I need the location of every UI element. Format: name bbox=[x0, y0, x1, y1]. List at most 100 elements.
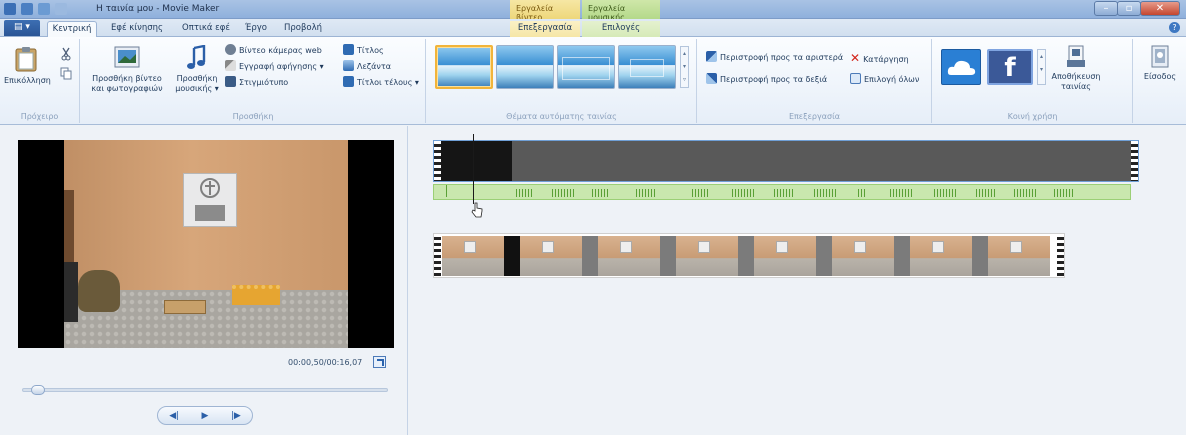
rotate-right-button[interactable]: Περιστροφή προς τα δεξιά bbox=[706, 73, 827, 87]
save-movie-icon bbox=[1067, 45, 1085, 67]
maximize-button[interactable]: ▫ bbox=[1117, 1, 1141, 16]
group-clipboard: Επικόλληση Πρόχειρο bbox=[0, 39, 80, 123]
caption-button[interactable]: Λεζάντα bbox=[343, 60, 391, 74]
cut-icon[interactable] bbox=[60, 47, 72, 61]
playback-controls: ◀| ▶ |▶ bbox=[157, 406, 253, 425]
playhead[interactable] bbox=[473, 134, 474, 204]
select-all-button[interactable]: Επιλογή όλων bbox=[850, 73, 919, 87]
title-label: Τίτλος bbox=[357, 46, 384, 55]
tab-options[interactable]: Επιλογές bbox=[582, 21, 660, 37]
paste-icon bbox=[15, 47, 37, 72]
rotate-left-button[interactable]: Περιστροφή προς τα αριστερά bbox=[706, 51, 843, 65]
rotate-right-icon bbox=[706, 73, 717, 84]
theme-default[interactable] bbox=[435, 45, 493, 89]
tab-visual-effects[interactable]: Οπτικά εφέ bbox=[176, 21, 236, 37]
previous-frame-icon[interactable]: ◀| bbox=[169, 411, 179, 421]
save-icon[interactable] bbox=[21, 3, 33, 15]
customize-qat-icon[interactable] bbox=[72, 3, 79, 15]
sign-in-icon bbox=[1151, 45, 1169, 68]
close-button[interactable]: ✕ bbox=[1140, 1, 1180, 16]
save-movie-button[interactable]: Αποθήκευση ταινίας bbox=[1047, 45, 1105, 92]
play-icon[interactable]: ▶ bbox=[202, 411, 209, 421]
paste-button[interactable]: Επικόλληση bbox=[4, 45, 51, 86]
ribbon: Επικόλληση Πρόχειρο Προσθήκη βίντεο και … bbox=[0, 37, 1186, 125]
help-icon[interactable]: ? bbox=[1169, 22, 1180, 33]
select-all-label: Επιλογή όλων bbox=[864, 75, 920, 84]
undo-icon[interactable] bbox=[38, 3, 50, 15]
tab-view[interactable]: Προβολή bbox=[278, 21, 328, 37]
cloud-icon bbox=[947, 60, 976, 75]
seek-slider-thumb[interactable] bbox=[31, 385, 45, 395]
lego-figure bbox=[78, 270, 120, 312]
minimize-button[interactable]: – bbox=[1094, 1, 1118, 16]
group-label-themes: Θέματα αυτόματης ταινίας bbox=[506, 112, 617, 121]
context-label-video-tools: Εργαλεία βίντεο bbox=[510, 0, 580, 22]
microphone-icon bbox=[225, 60, 236, 71]
fullscreen-preview-button[interactable] bbox=[373, 356, 386, 368]
webcam-video-button[interactable]: Βίντεο κάμερας web bbox=[225, 44, 322, 58]
tab-home[interactable]: Κεντρική bbox=[47, 21, 97, 37]
facebook-icon: f bbox=[1004, 53, 1016, 83]
group-add: Προσθήκη βίντεο και φωτογραφιών Προσθήκη… bbox=[81, 39, 426, 123]
next-frame-icon[interactable]: |▶ bbox=[231, 411, 241, 421]
remove-button[interactable]: ✕ Κατάργηση bbox=[850, 51, 909, 65]
theme-contemporary[interactable] bbox=[496, 45, 554, 89]
preview-monitor[interactable] bbox=[18, 140, 394, 348]
rotate-left-label: Περιστροφή προς τα αριστερά bbox=[720, 53, 844, 62]
rotate-right-label: Περιστροφή προς τα δεξιά bbox=[720, 75, 828, 84]
onedrive-share-button[interactable] bbox=[941, 49, 981, 85]
add-videos-photos-button[interactable]: Προσθήκη βίντεο και φωτογραφιών bbox=[87, 45, 167, 94]
theme-fade[interactable] bbox=[557, 45, 615, 89]
music-track[interactable] bbox=[433, 184, 1131, 200]
credits-button[interactable]: Τίτλοι τέλους ▾ bbox=[343, 76, 419, 90]
video-clip[interactable] bbox=[433, 233, 1065, 278]
tab-project[interactable]: Έργο bbox=[240, 21, 272, 37]
redo-icon[interactable] bbox=[55, 3, 67, 15]
select-all-icon bbox=[850, 73, 861, 84]
cross-symbol bbox=[200, 178, 220, 198]
quick-access-toolbar bbox=[4, 3, 79, 15]
title-icon bbox=[343, 44, 354, 55]
group-label-clipboard: Πρόχειρο bbox=[20, 112, 59, 121]
rotate-left-icon bbox=[706, 51, 717, 62]
sign-in-label: Είσοδος bbox=[1143, 72, 1177, 81]
group-label-share: Κοινή χρήση bbox=[1007, 112, 1058, 121]
remove-icon: ✕ bbox=[850, 51, 861, 65]
title-button[interactable]: Τίτλος bbox=[343, 44, 384, 58]
window-controls: – ▫ ✕ bbox=[1094, 1, 1180, 16]
video-frame bbox=[64, 140, 348, 348]
group-label-add: Προσθήκη bbox=[232, 112, 274, 121]
facebook-share-button[interactable]: f bbox=[987, 49, 1033, 85]
context-label-music-tools: Εργαλεία μουσικής bbox=[582, 0, 660, 22]
music-note-icon bbox=[187, 45, 206, 69]
sign-in-button[interactable]: Είσοδος bbox=[1140, 45, 1180, 82]
snapshot-label: Στιγμιότυπο bbox=[239, 78, 289, 87]
add-music-label: Προσθήκη μουσικής bbox=[175, 74, 218, 93]
share-gallery-scroll[interactable]: ▴ ▾ bbox=[1037, 49, 1046, 85]
theme-pan-zoom[interactable] bbox=[618, 45, 676, 89]
file-menu-button[interactable]: ▤ ▾ bbox=[4, 20, 40, 36]
film-photo-icon bbox=[114, 46, 140, 68]
ribbon-tabs: ▤ ▾ Κεντρική Εφέ κίνησης Οπτικά εφέ Έργο… bbox=[0, 19, 1186, 37]
copy-icon[interactable] bbox=[60, 67, 72, 80]
app-menu-icon[interactable] bbox=[4, 3, 16, 15]
caption-icon bbox=[343, 60, 354, 71]
movie-maker-window: Η ταινία μου - Movie Maker Εργαλεία βίντ… bbox=[0, 0, 1186, 435]
caption-label: Λεζάντα bbox=[357, 62, 391, 71]
add-music-dropdown-icon[interactable]: ▾ bbox=[215, 84, 219, 93]
snapshot-button[interactable]: Στιγμιότυπο bbox=[225, 76, 288, 90]
timecode-display: 00:00,50/00:16,07 bbox=[288, 358, 363, 367]
themes-gallery-scroll[interactable]: ▴ ▾ ▿ bbox=[680, 46, 689, 88]
video-clip-selected[interactable] bbox=[433, 140, 1139, 182]
tab-animations[interactable]: Εφέ κίνησης bbox=[104, 21, 170, 37]
add-videos-photos-label: Προσθήκη βίντεο και φωτογραφιών bbox=[91, 74, 163, 93]
record-narration-button[interactable]: Εγγραφή αφήγησης ▾ bbox=[225, 60, 324, 74]
tab-edit[interactable]: Επεξεργασία bbox=[510, 21, 580, 37]
add-music-button[interactable]: Προσθήκη μουσικής ▾ bbox=[173, 45, 221, 94]
group-label-editing: Επεξεργασία bbox=[788, 112, 841, 121]
seek-slider[interactable] bbox=[22, 385, 388, 395]
title-bar: Η ταινία μου - Movie Maker Εργαλεία βίντ… bbox=[0, 0, 1186, 22]
credits-icon bbox=[343, 76, 354, 87]
lego-bench bbox=[164, 300, 206, 314]
window-title: Η ταινία μου - Movie Maker bbox=[96, 4, 220, 14]
